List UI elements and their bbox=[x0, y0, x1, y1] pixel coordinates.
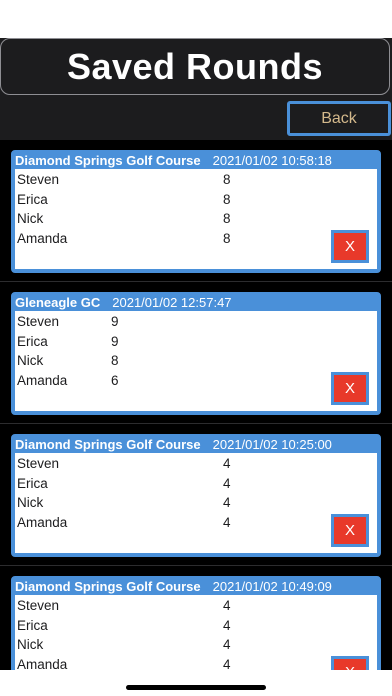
player-name: Nick bbox=[17, 495, 44, 510]
home-indicator-area bbox=[0, 670, 392, 696]
round-date: 2021/01/02 10:25:00 bbox=[212, 437, 332, 452]
player-name: Nick bbox=[17, 353, 44, 368]
title-bar: Saved Rounds bbox=[0, 38, 390, 95]
player-name: Amanda bbox=[17, 657, 68, 670]
divider bbox=[0, 423, 392, 424]
divider bbox=[0, 281, 392, 282]
score-row: Amanda 4 bbox=[17, 657, 357, 670]
round-card-header: Diamond Springs Golf Course 2021/01/02 1… bbox=[13, 578, 379, 595]
player-score: 8 bbox=[111, 353, 119, 368]
round-date: 2021/01/02 10:49:09 bbox=[212, 579, 332, 594]
player-score: 4 bbox=[223, 456, 231, 471]
home-indicator[interactable] bbox=[126, 685, 266, 690]
player-score: 6 bbox=[111, 373, 119, 388]
player-name: Erica bbox=[17, 476, 48, 491]
player-name: Amanda bbox=[17, 231, 68, 246]
round-card: Gleneagle GC 2021/01/02 12:57:47 Steven … bbox=[11, 292, 381, 415]
rounds-list[interactable]: Diamond Springs Golf Course 2021/01/02 1… bbox=[0, 140, 392, 670]
round-card-body: Steven 9 Erica 9 Nick 8 Amanda 6 X bbox=[15, 311, 377, 411]
status-bar-area bbox=[0, 0, 392, 38]
round-card: Diamond Springs Golf Course 2021/01/02 1… bbox=[11, 576, 381, 670]
round-date: 2021/01/02 10:58:18 bbox=[212, 153, 332, 168]
round-card-body: Steven 4 Erica 4 Nick 4 Amanda 4 X bbox=[15, 453, 377, 553]
player-score: 4 bbox=[223, 476, 231, 491]
saved-rounds-screen: Saved Rounds Back Diamond Springs Golf C… bbox=[0, 0, 392, 696]
round-card-header: Diamond Springs Golf Course 2021/01/02 1… bbox=[13, 436, 379, 453]
divider bbox=[0, 565, 392, 566]
score-row: Steven 4 bbox=[17, 456, 357, 475]
player-name: Erica bbox=[17, 618, 48, 633]
round-date: 2021/01/02 12:57:47 bbox=[112, 295, 232, 310]
score-row: Steven 9 bbox=[17, 314, 357, 333]
delete-round-button[interactable]: X bbox=[331, 656, 369, 670]
player-name: Steven bbox=[17, 598, 60, 613]
player-score: 4 bbox=[223, 495, 231, 510]
score-row: Amanda 4 bbox=[17, 515, 357, 534]
player-score: 4 bbox=[223, 657, 231, 670]
player-name: Nick bbox=[17, 211, 44, 226]
round-card-body: Steven 8 Erica 8 Nick 8 Amanda 8 X bbox=[15, 169, 377, 269]
player-score: 8 bbox=[223, 211, 231, 226]
player-name: Erica bbox=[17, 192, 48, 207]
player-score: 8 bbox=[223, 172, 231, 187]
delete-round-button[interactable]: X bbox=[331, 514, 369, 547]
score-row: Nick 4 bbox=[17, 495, 357, 514]
player-name: Nick bbox=[17, 637, 44, 652]
score-row: Nick 8 bbox=[17, 353, 357, 372]
round-course-name: Gleneagle GC bbox=[15, 295, 101, 310]
score-row: Erica 8 bbox=[17, 192, 357, 211]
delete-round-button[interactable]: X bbox=[331, 372, 369, 405]
player-name: Amanda bbox=[17, 515, 68, 530]
player-name: Steven bbox=[17, 172, 60, 187]
page-title: Saved Rounds bbox=[66, 45, 324, 87]
score-row: Steven 8 bbox=[17, 172, 357, 191]
round-card: Diamond Springs Golf Course 2021/01/02 1… bbox=[11, 434, 381, 557]
score-row: Erica 4 bbox=[17, 618, 357, 637]
round-course-name: Diamond Springs Golf Course bbox=[15, 437, 201, 452]
player-name: Steven bbox=[17, 314, 60, 329]
score-row: Erica 4 bbox=[17, 476, 357, 495]
player-score: 9 bbox=[111, 334, 119, 349]
player-score: 9 bbox=[111, 314, 119, 329]
player-name: Erica bbox=[17, 334, 48, 349]
round-card: Diamond Springs Golf Course 2021/01/02 1… bbox=[11, 150, 381, 273]
player-score: 4 bbox=[223, 598, 231, 613]
player-score: 8 bbox=[223, 231, 231, 246]
round-course-name: Diamond Springs Golf Course bbox=[15, 579, 201, 594]
player-score: 4 bbox=[223, 618, 231, 633]
player-score: 4 bbox=[223, 515, 231, 530]
score-row: Amanda 8 bbox=[17, 231, 357, 250]
player-name: Amanda bbox=[17, 373, 68, 388]
round-card-header: Gleneagle GC 2021/01/02 12:57:47 bbox=[13, 294, 379, 311]
round-course-name: Diamond Springs Golf Course bbox=[15, 153, 201, 168]
score-row: Nick 8 bbox=[17, 211, 357, 230]
score-row: Steven 4 bbox=[17, 598, 357, 617]
player-name: Steven bbox=[17, 456, 60, 471]
round-card-header: Diamond Springs Golf Course 2021/01/02 1… bbox=[13, 152, 379, 169]
back-button[interactable]: Back bbox=[287, 101, 391, 136]
player-score: 4 bbox=[223, 637, 231, 652]
score-row: Amanda 6 bbox=[17, 373, 357, 392]
score-row: Nick 4 bbox=[17, 637, 357, 656]
delete-round-button[interactable]: X bbox=[331, 230, 369, 263]
player-score: 8 bbox=[223, 192, 231, 207]
round-card-body: Steven 4 Erica 4 Nick 4 Amanda 4 X bbox=[15, 595, 377, 670]
score-row: Erica 9 bbox=[17, 334, 357, 353]
